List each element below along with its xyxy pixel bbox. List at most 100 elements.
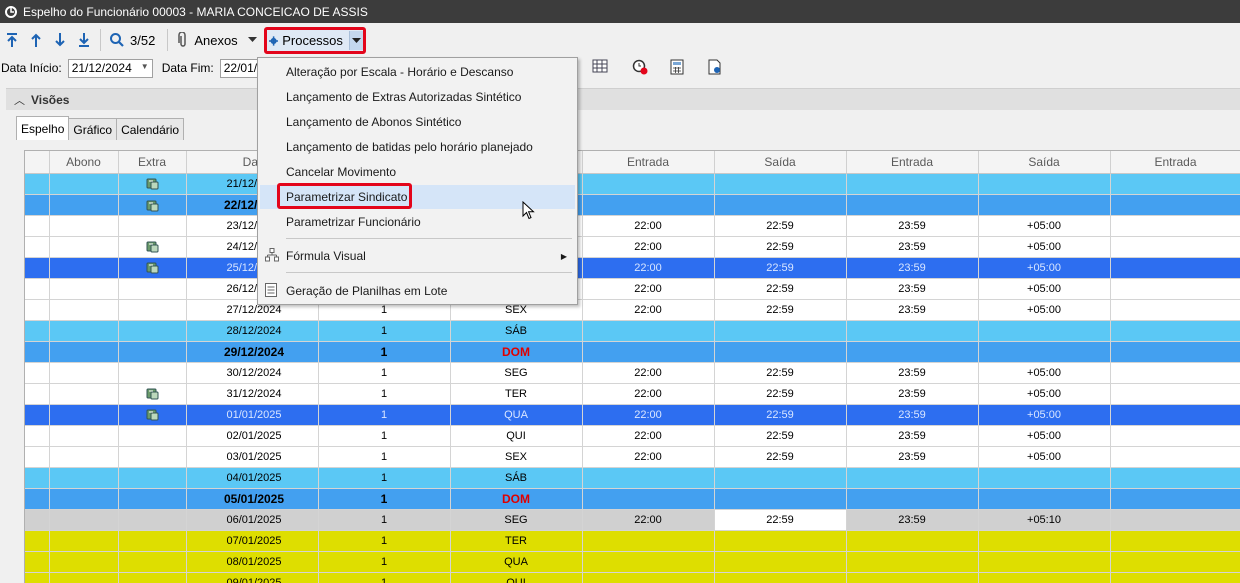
abono-cell[interactable]	[49, 194, 119, 216]
entrada-cell[interactable]	[1110, 278, 1240, 300]
document-settings-icon[interactable]	[708, 59, 726, 77]
abono-cell[interactable]	[49, 572, 119, 583]
previous-record-icon[interactable]	[24, 28, 48, 52]
tab-espelho[interactable]: Espelho	[16, 116, 70, 140]
date-cell[interactable]: 01/01/2025	[186, 404, 319, 426]
chevron-down-icon[interactable]: ▼	[141, 62, 149, 71]
abono-cell[interactable]	[49, 446, 119, 468]
entrada-cell[interactable]: 22:00	[582, 446, 715, 468]
entrada-cell[interactable]	[846, 341, 979, 363]
menu-item-alteracao-escala[interactable]: Alteração por Escala - Horário e Descans…	[260, 60, 575, 84]
entrada-cell[interactable]	[846, 488, 979, 510]
grid-icon[interactable]	[592, 59, 610, 77]
row-indicator-cell[interactable]	[25, 341, 50, 363]
entrada-cell[interactable]	[846, 530, 979, 552]
row-indicator-cell[interactable]	[25, 173, 50, 195]
date-cell[interactable]: 06/01/2025	[186, 509, 319, 531]
entrada-cell[interactable]	[582, 572, 715, 583]
saida-cell[interactable]: 22:59	[714, 446, 847, 468]
date-cell[interactable]: 03/01/2025	[186, 446, 319, 468]
count-cell[interactable]: 1	[318, 509, 451, 531]
row-indicator-cell[interactable]	[25, 404, 50, 426]
grid-row[interactable]: 04/01/2025 1 SÁB	[25, 467, 1240, 489]
saida-cell[interactable]: +05:00	[978, 299, 1111, 321]
saida-cell[interactable]: 22:59	[714, 509, 847, 531]
extra-cell[interactable]	[118, 173, 187, 195]
row-indicator-cell[interactable]	[25, 530, 50, 552]
entrada-cell[interactable]	[582, 173, 715, 195]
extra-cell[interactable]	[118, 404, 187, 426]
saida-cell[interactable]: 22:59	[714, 425, 847, 447]
row-indicator-cell[interactable]	[25, 425, 50, 447]
abono-cell[interactable]	[49, 320, 119, 342]
weekday-cell[interactable]: SEX	[450, 446, 583, 468]
grid-row[interactable]: 25/12/2024 22:00 22:59 23:59 +05:00	[25, 257, 1240, 279]
saida-cell[interactable]	[714, 341, 847, 363]
extra-cell[interactable]	[118, 320, 187, 342]
menu-item-formula-visual[interactable]: Fórmula Visual ▶	[260, 244, 575, 268]
saida-cell[interactable]	[978, 173, 1111, 195]
entrada-cell[interactable]	[1110, 320, 1240, 342]
entrada-cell[interactable]	[582, 551, 715, 573]
entrada-cell[interactable]: 23:59	[846, 446, 979, 468]
row-indicator-cell[interactable]	[25, 509, 50, 531]
processos-button[interactable]: Processos	[264, 27, 366, 54]
entrada-cell[interactable]	[582, 194, 715, 216]
abono-cell[interactable]	[49, 551, 119, 573]
count-cell[interactable]: 1	[318, 362, 451, 384]
saida-cell[interactable]	[714, 488, 847, 510]
row-indicator-cell[interactable]	[25, 215, 50, 237]
count-cell[interactable]: 1	[318, 341, 451, 363]
first-record-icon[interactable]	[0, 28, 24, 52]
grid-row[interactable]: 31/12/2024 1 TER 22:00 22:59 23:59 +05:00	[25, 383, 1240, 405]
entrada-cell[interactable]: 22:00	[582, 509, 715, 531]
saida-cell[interactable]: 22:59	[714, 257, 847, 279]
entrada-cell[interactable]: 23:59	[846, 362, 979, 384]
grid-row[interactable]: 24/12/2024 22:00 22:59 23:59 +05:00	[25, 236, 1240, 258]
last-record-icon[interactable]	[72, 28, 96, 52]
extra-cell[interactable]	[118, 383, 187, 405]
visoes-group-header[interactable]: ︿ Visões	[6, 88, 1240, 110]
saida-cell[interactable]: +05:00	[978, 215, 1111, 237]
saida-cell[interactable]	[978, 320, 1111, 342]
entrada-cell[interactable]	[846, 320, 979, 342]
entrada-cell[interactable]: 23:59	[846, 257, 979, 279]
grid-row[interactable]: 02/01/2025 1 QUI 22:00 22:59 23:59 +05:00	[25, 425, 1240, 447]
saida-cell[interactable]: +05:00	[978, 236, 1111, 258]
entrada-cell[interactable]: 23:59	[846, 236, 979, 258]
extra-cell[interactable]	[118, 488, 187, 510]
weekday-cell[interactable]: TER	[450, 383, 583, 405]
count-cell[interactable]: 1	[318, 383, 451, 405]
count-cell[interactable]: 1	[318, 404, 451, 426]
saida-cell[interactable]: +05:00	[978, 257, 1111, 279]
entrada-cell[interactable]	[1110, 572, 1240, 583]
menu-item-abonos-sintetico[interactable]: Lançamento de Abonos Sintético	[260, 110, 575, 134]
date-cell[interactable]: 09/01/2025	[186, 572, 319, 583]
grid-row[interactable]: 28/12/2024 1 SÁB	[25, 320, 1240, 342]
saida-cell[interactable]	[714, 572, 847, 583]
entrada-cell[interactable]: 23:59	[846, 509, 979, 531]
entrada-cell[interactable]	[582, 488, 715, 510]
entrada-cell[interactable]	[1110, 551, 1240, 573]
entrada-cell[interactable]	[582, 530, 715, 552]
saida-cell[interactable]: +05:10	[978, 509, 1111, 531]
count-cell[interactable]: 1	[318, 530, 451, 552]
grid-row[interactable]: 29/12/2024 1 DOM	[25, 341, 1240, 363]
row-indicator-cell[interactable]	[25, 467, 50, 489]
clock-alert-icon[interactable]	[632, 59, 650, 77]
date-cell[interactable]: 02/01/2025	[186, 425, 319, 447]
saida-cell[interactable]	[978, 488, 1111, 510]
weekday-cell[interactable]: DOM	[450, 488, 583, 510]
grid-row[interactable]: 03/01/2025 1 SEX 22:00 22:59 23:59 +05:00	[25, 446, 1240, 468]
entrada-cell[interactable]: 22:00	[582, 236, 715, 258]
weekday-cell[interactable]: SÁB	[450, 467, 583, 489]
weekday-cell[interactable]: QUI	[450, 425, 583, 447]
entrada-cell[interactable]: 23:59	[846, 278, 979, 300]
abono-cell[interactable]	[49, 215, 119, 237]
grid-row[interactable]: 30/12/2024 1 SEG 22:00 22:59 23:59 +05:00	[25, 362, 1240, 384]
entrada-cell[interactable]	[1110, 425, 1240, 447]
entrada-cell[interactable]	[1110, 383, 1240, 405]
extra-cell[interactable]	[118, 572, 187, 583]
grid-row[interactable]: 23/12/2024 22:00 22:59 23:59 +05:00	[25, 215, 1240, 237]
entrada-cell[interactable]	[582, 467, 715, 489]
